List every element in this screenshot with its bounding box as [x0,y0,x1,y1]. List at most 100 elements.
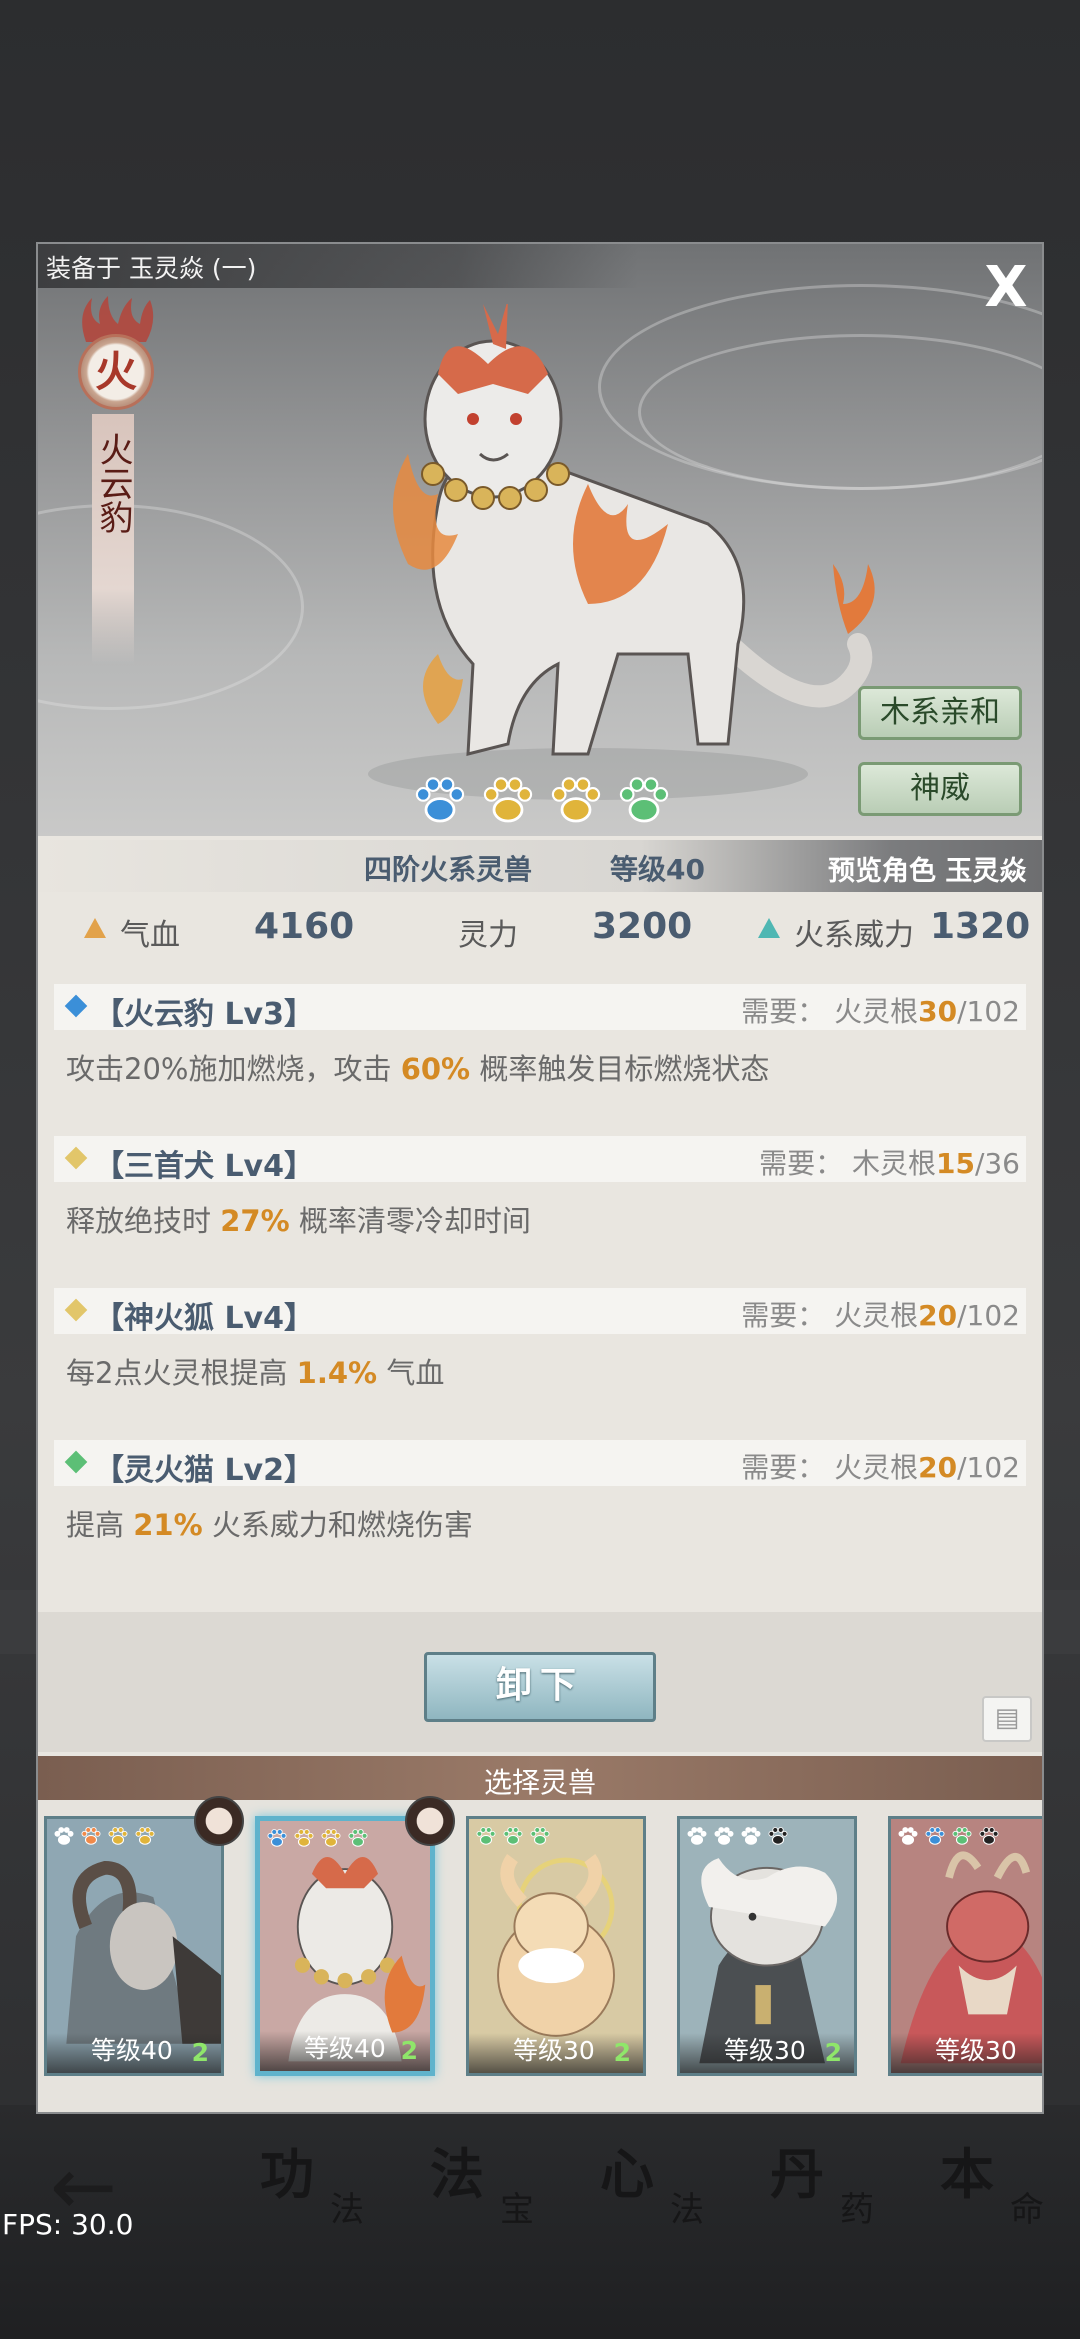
skill-requirement: 需要： 木灵根15/36 [759,1147,1020,1180]
card-level: 等级40 [91,2036,173,2065]
card-level-bar: 等级40 2 [47,2033,221,2073]
card-star-count: 2 [613,2038,631,2067]
card-level-bar: 等级30 2 [680,2033,854,2073]
beast-card[interactable]: 等级40 2 [44,1816,224,2076]
skill-name: 【三首犬 Lv4】 [94,1149,314,1184]
skill-diamond-icon [64,994,88,1018]
divine-might-tag[interactable]: 神威 [858,762,1022,816]
beast-card[interactable]: 等级30 [888,1816,1042,2076]
paw-icon [480,772,536,828]
mini-paw-icon [740,1825,762,1847]
background-nav-item: 丹药 [750,2130,910,2250]
info-bar: 四阶火系灵兽 等级40 预览角色 玉灵焱 [38,840,1042,892]
skill-header: 【火云豹 Lv3】 需要： 火灵根30/102 [54,984,1026,1032]
hp-label: 气血 [120,918,180,953]
nav-small-char: 命 [1010,2190,1044,2230]
fire-power-value: 1320 [930,906,1031,947]
card-level: 等级30 [724,2036,806,2065]
skill-description: 攻击20%施加燃烧，攻击 60% 概率触发目标燃烧状态 [66,1052,770,1086]
mini-paw-icon [80,1825,102,1847]
nav-big-char: 本 [940,2143,994,2206]
beast-card[interactable]: 等级30 2 [466,1816,646,2076]
mini-paw-icon [107,1825,129,1847]
card-level: 等级30 [513,2036,595,2065]
background-nav-item: 心法 [580,2130,740,2250]
card-level-bar: 等级40 2 [260,2031,430,2071]
nav-small-char: 法 [670,2190,704,2230]
fire-power-label: 火系威力 [794,918,914,953]
nav-small-char: 法 [330,2190,364,2230]
nav-big-char: 丹 [770,2143,824,2206]
mini-paw-icon [293,1827,315,1849]
background-nav-item: 功法 [240,2130,400,2250]
preview-character[interactable]: 预览角色 玉灵焱 [828,849,1026,888]
paw-icon [548,772,604,828]
mp-label: 灵力 [458,918,518,953]
fire-leopard-illustration [368,304,875,800]
mini-paw-icon [53,1825,75,1847]
beast-name-vertical: 火云豹 [93,432,133,534]
skill-description: 每2点火灵根提高 1.4% 气血 [66,1356,445,1390]
hp-value: 4160 [254,906,355,947]
skill-header: 【三首犬 Lv4】 需要： 木灵根15/36 [54,1136,1026,1184]
fire-power-up-icon [758,918,780,938]
hp-up-icon [84,918,106,938]
nav-big-char: 心 [600,2143,654,2206]
beast-level: 等级40 [610,853,705,886]
card-level-bar: 等级30 [891,2033,1042,2073]
beast-card[interactable]: 等级30 2 [677,1816,857,2076]
nav-small-char: 药 [840,2190,874,2230]
skill-header: 【灵火猫 Lv2】 需要： 火灵根20/102 [54,1440,1026,1488]
equipped-by-label: 装备于 玉灵焱 (一) [46,254,257,283]
mini-paw-icon [529,1825,551,1847]
mp-value: 3200 [592,906,693,947]
mini-paw-icon [686,1825,708,1847]
beast-detail-panel: 装备于 玉灵焱 (一) X 火 火云豹 木系亲和 神威 四阶火系灵兽 等级40 … [36,242,1044,2114]
owner-avatar [405,1796,455,1846]
fire-element-badge: 火 [78,334,154,410]
unequip-button[interactable]: 卸下 [424,1652,656,1722]
wood-affinity-tag[interactable]: 木系亲和 [858,686,1022,740]
card-star-count: 2 [824,2038,842,2067]
mini-paw-icon [767,1825,789,1847]
mini-paw-icon [320,1827,342,1849]
mini-paw-icon [134,1825,156,1847]
owner-avatar [194,1796,244,1846]
card-level: 等级40 [304,2034,386,2063]
paw-rating [412,772,712,832]
skill-name: 【神火狐 Lv4】 [94,1301,314,1336]
select-beast-bar: 选择灵兽 [38,1756,1042,1800]
skill-diamond-icon [64,1146,88,1170]
close-button[interactable]: X [978,260,1034,316]
mini-paw-icon [266,1827,288,1849]
mini-paw-icon [978,1825,1000,1847]
card-level: 等级30 [935,2036,1017,2065]
card-star-count: 2 [400,2036,418,2065]
skill-requirement: 需要： 火灵根20/102 [741,1451,1020,1484]
mini-paw-icon [502,1825,524,1847]
mini-paw-icon [347,1827,369,1849]
mini-paw-icon [951,1825,973,1847]
card-level-bar: 等级30 2 [469,2033,643,2073]
skill-name: 【火云豹 Lv3】 [94,997,314,1032]
card-star-count: 2 [191,2038,209,2067]
collapse-icon[interactable]: ▤ [982,1696,1032,1742]
skill-name: 【灵火猫 Lv2】 [94,1453,314,1488]
mini-paw-icon [897,1825,919,1847]
skill-description: 释放绝技时 27% 概率清零冷却时间 [66,1204,531,1238]
mini-paw-icon [924,1825,946,1847]
mini-paw-icon [713,1825,735,1847]
beast-card[interactable]: 等级40 2 [255,1816,435,2076]
equipped-by-bar: 装备于 玉灵焱 (一) [38,244,638,288]
select-beast-title: 选择灵兽 [483,1766,596,1799]
skill-diamond-icon [64,1450,88,1474]
skill-description: 提高 21% 火系威力和燃烧伤害 [66,1508,473,1542]
skill-diamond-icon [64,1298,88,1322]
paw-icon [616,772,672,828]
stats-row: 气血 4160 灵力 3200 火系威力 1320 [38,892,1042,970]
background-nav-item: 法宝 [410,2130,570,2250]
skill-header: 【神火狐 Lv4】 需要： 火灵根20/102 [54,1288,1026,1336]
paw-icon [412,772,468,828]
nav-small-char: 宝 [500,2190,534,2230]
skill-requirement: 需要： 火灵根20/102 [741,1299,1020,1332]
